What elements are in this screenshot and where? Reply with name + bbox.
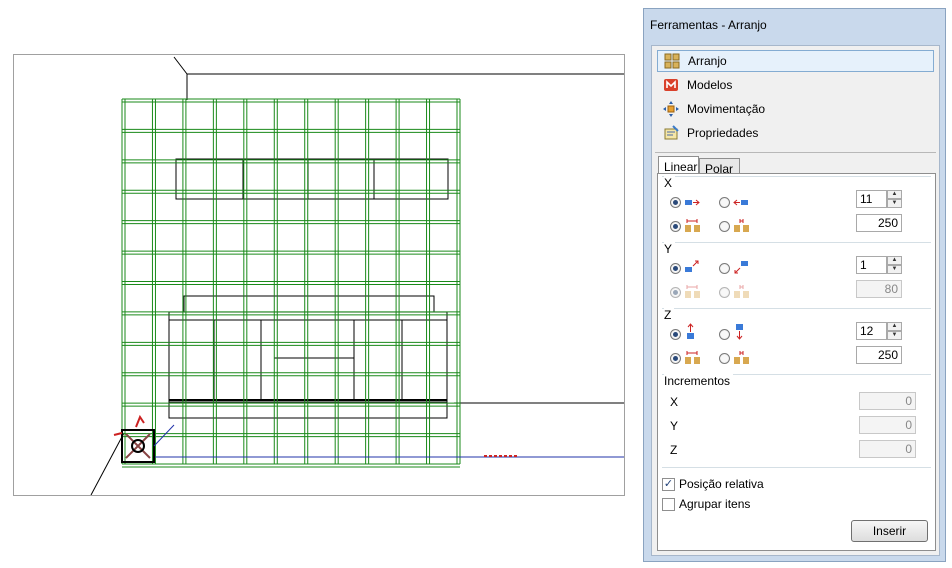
panel-title: Ferramentas - Arranjo [650,18,767,32]
x-right-arrow-icon [685,199,700,206]
panel-body: Arranjo Modelos Movimentação Propriedade… [651,45,940,556]
x-spacing-gap-icon [734,219,749,232]
y-spacing-center-icon [685,285,700,298]
y-count-input[interactable]: 1 [856,256,887,274]
z-spacing-input[interactable]: 250 [856,346,902,364]
increment-z-input: 0 [859,440,916,458]
section-propriedades-label: Propriedades [687,126,759,140]
insert-button[interactable]: Inserir [851,520,928,542]
cabinet-drawing [168,158,449,419]
x-left-arrow-icon [733,199,748,206]
y-spacing-center-radio [670,287,681,298]
z-count-spinner[interactable]: ▲ ▼ [887,322,902,340]
propriedades-icon [664,125,679,140]
increments-label: Incrementos [664,374,734,388]
relative-position-checkbox[interactable]: ✓ [662,478,675,491]
y-dir-negative-radio[interactable] [719,263,730,274]
section-modelos-label: Modelos [687,78,733,92]
section-propriedades[interactable]: Propriedades [657,122,934,144]
z-count-input[interactable]: 12 [856,322,887,340]
x-count-input[interactable]: 11 [856,190,887,208]
x-dir-positive-radio[interactable] [670,197,681,208]
increment-x-label: X [670,395,679,409]
z-spacing-center-icon [685,351,700,364]
movimentacao-icon [663,101,679,117]
modelos-icon [664,79,678,91]
z-spacing-center-radio[interactable] [670,353,681,364]
y-spacing-input: 80 [856,280,902,298]
linear-tab-content: X 11 ▲ ▼ 250 Y 1 ▲ ▼ 80 Z 12 ▲ ▼ 250 Inc… [657,173,936,551]
y-backward-arrow-icon [734,261,748,274]
tools-panel: Ferramentas - Arranjo Arranjo Modelos Mo… [643,8,946,562]
group-items-label: Agrupar itens [679,497,751,511]
array-grid [121,98,461,468]
relative-position-label: Posição relativa [679,477,764,491]
z-down-arrow-icon [736,324,743,340]
x-spacing-input[interactable]: 250 [856,214,902,232]
x-group-label: X [664,176,676,190]
y-spacing-gap-icon [734,285,749,298]
z-up-arrow-icon [687,323,694,339]
z-group-label: Z [664,308,675,322]
x-spacing-center-icon [685,219,700,232]
increment-z-label: Z [670,443,678,457]
increment-y-label: Y [670,419,679,433]
arranjo-icon [664,53,680,69]
x-group: X 11 ▲ ▼ 250 [662,176,931,236]
y-forward-arrow-icon [685,260,699,272]
increments-group: Incrementos X 0 Y 0 Z 0 [662,374,931,464]
z-spacing-gap-icon [734,351,749,364]
increment-y-input: 0 [859,416,916,434]
room-outline [90,56,624,495]
z-group: Z 12 ▲ ▼ 250 [662,308,931,368]
z-spacing-gap-radio[interactable] [719,353,730,364]
section-modelos[interactable]: Modelos [657,74,934,96]
y-count-spinner[interactable]: ▲ ▼ [887,256,902,274]
group-items-checkbox[interactable] [662,498,675,511]
y-dir-positive-radio[interactable] [670,263,681,274]
x-spacing-center-radio[interactable] [670,221,681,232]
options-divider [662,467,931,468]
x-spacing-gap-radio[interactable] [719,221,730,232]
section-arranjo-label: Arranjo [688,54,727,68]
section-movimentacao-label: Movimentação [687,102,766,116]
y-spacing-gap-radio [719,287,730,298]
drawing-canvas[interactable] [14,55,624,495]
section-arranjo[interactable]: Arranjo [657,50,934,72]
y-group: Y 1 ▲ ▼ 80 [662,242,931,302]
gizmo-icon[interactable] [113,414,175,463]
x-count-spinner[interactable]: ▲ ▼ [887,190,902,208]
section-movimentacao[interactable]: Movimentação [657,98,934,120]
y-group-label: Y [664,242,676,256]
z-dir-negative-radio[interactable] [719,329,730,340]
z-dir-positive-radio[interactable] [670,329,681,340]
3d-drawing-viewport[interactable] [13,54,625,496]
x-dir-negative-radio[interactable] [719,197,730,208]
increment-x-input: 0 [859,392,916,410]
